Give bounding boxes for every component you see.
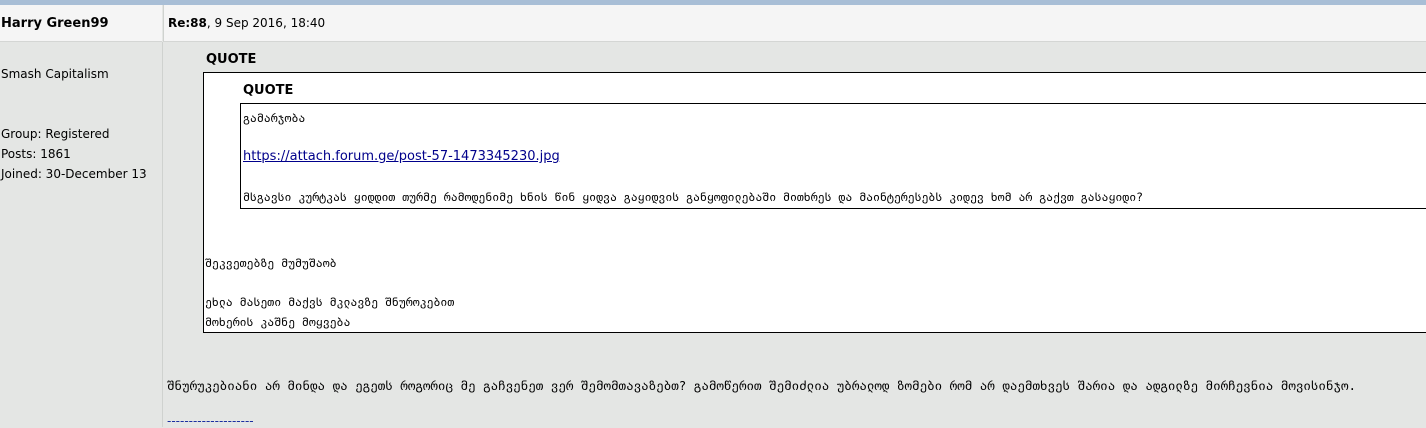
post-meta: Re:88, 9 Sep 2016, 18:40 xyxy=(168,16,325,30)
inner-quote-label: QUOTE xyxy=(243,83,294,98)
post-ref-link[interactable]: Re:88 xyxy=(168,16,207,30)
author-header-cell: Harry Green99 xyxy=(0,5,162,42)
post-date: , 9 Sep 2016, 18:40 xyxy=(206,16,326,30)
outer-quote-line-1: შეკვეთებზე მუმუშაობ xyxy=(205,256,337,270)
outer-quote-line-3: მოხერის კაშნე მოყვება xyxy=(205,315,351,329)
author-group: Group: Registered xyxy=(1,127,110,141)
inner-quote-text: მსგავსი კურტკას ყიდდით თურმე რამოდენიმე … xyxy=(243,190,1144,204)
inner-quote-box: გამარჯობა https://attach.forum.ge/post-5… xyxy=(240,103,1426,209)
author-joined: Joined: 30-December 13 xyxy=(1,167,147,181)
author-name[interactable]: Harry Green99 xyxy=(1,16,109,31)
outer-quote-line-2: ეხლა მასეთი მაქვს მკლავზე შნუროკებით xyxy=(205,295,455,309)
outer-quote-box: QUOTE გამარჯობა https://attach.forum.ge/… xyxy=(203,72,1426,333)
outer-quote-label: QUOTE xyxy=(206,52,257,67)
author-posts: Posts: 1861 xyxy=(1,147,71,161)
signature-separator: -------------------- xyxy=(167,414,254,428)
author-sidebar: Smash Capitalism Group: Registered Posts… xyxy=(0,42,163,427)
post-header: Re:88, 9 Sep 2016, 18:40 xyxy=(163,5,1426,42)
post-body: QUOTE QUOTE გამარჯობა https://attach.for… xyxy=(163,42,1426,428)
author-title: Smash Capitalism xyxy=(1,67,109,81)
inner-quote-greeting: გამარჯობა xyxy=(243,111,306,125)
reply-text: შნურუკებიანი არ მინდა და ეგეთს როგორიც მ… xyxy=(167,378,1357,393)
attachment-link[interactable]: https://attach.forum.ge/post-57-14733452… xyxy=(243,149,560,164)
